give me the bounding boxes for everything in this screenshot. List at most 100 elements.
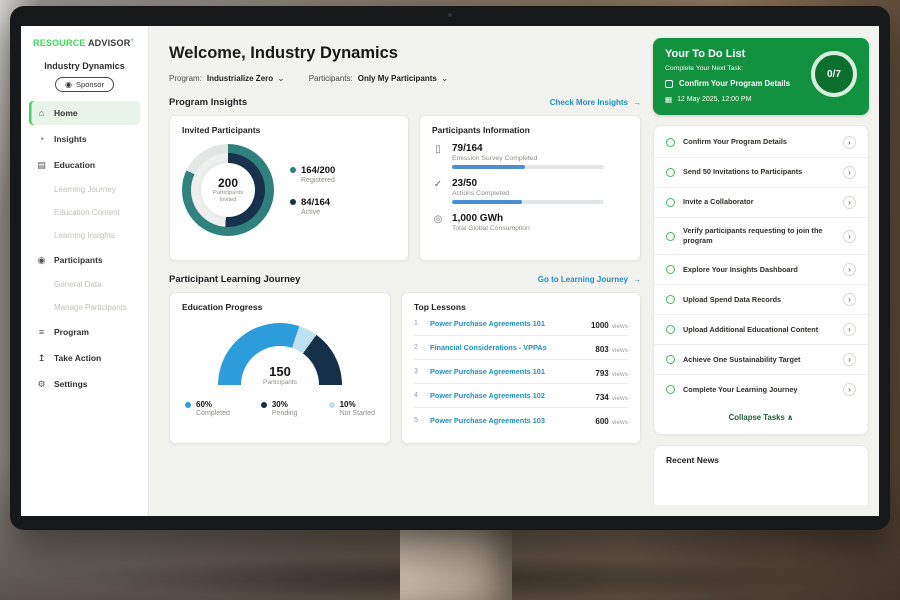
sidebar-item-participants[interactable]: ◉ Participants xyxy=(29,248,140,272)
lesson-views: 600 xyxy=(595,417,608,426)
chevron-right-icon[interactable]: › xyxy=(843,196,856,209)
learning-cards-row: Education Progress 150 Participants xyxy=(169,292,641,444)
sidebar-item-general-data[interactable]: General Data xyxy=(29,274,140,295)
sidebar-item-program[interactable]: ≡ Program xyxy=(29,320,140,344)
chevron-right-icon[interactable]: › xyxy=(843,166,856,179)
chevron-right-icon[interactable]: › xyxy=(843,383,856,396)
donut-center: 200 Participants Invited xyxy=(201,163,255,217)
arrow-right-icon: → xyxy=(633,275,641,284)
task-send-invitations[interactable]: Send 50 Invitations to Participants › xyxy=(654,158,868,188)
lesson-views: 1000 xyxy=(591,321,609,330)
lesson-rank: 1 xyxy=(414,320,422,327)
task-checkbox[interactable] xyxy=(666,232,675,241)
chevron-right-icon[interactable]: › xyxy=(843,263,856,276)
check-more-insights-link[interactable]: Check More Insights → xyxy=(550,98,641,107)
donut-legend: 164/200 Registered 84/164 Active xyxy=(290,165,335,216)
lesson-link[interactable]: Power Purchase Agreements 103 xyxy=(430,416,587,425)
sponsor-badge[interactable]: ◉ Sponsor xyxy=(55,77,114,92)
participants-dropdown[interactable]: Participants: Only My Participants ⌄ xyxy=(309,73,449,84)
todo-summary-card: Your To Do List Complete Your Next Task:… xyxy=(653,38,869,115)
task-checkbox[interactable] xyxy=(666,295,675,304)
program-dropdown[interactable]: Program: Industrialize Zero ⌄ xyxy=(169,73,285,84)
chevron-right-icon[interactable]: › xyxy=(843,353,856,366)
webcam-dot xyxy=(448,13,452,17)
task-checkbox[interactable] xyxy=(666,138,675,147)
sidebar-item-learning-insights[interactable]: Learning Insights xyxy=(29,225,140,246)
stat-value: 1,000 GWh xyxy=(452,213,628,224)
sidebar-item-label: Home xyxy=(54,108,78,118)
education-progress-card: Education Progress 150 Participants xyxy=(169,292,391,444)
sidebar-item-education-content[interactable]: Education Content xyxy=(29,202,140,223)
sidebar-item-home[interactable]: ⌂ Home xyxy=(29,101,140,125)
donut-center-label: Participants Invited xyxy=(207,190,249,204)
invited-donut: 200 Participants Invited xyxy=(182,144,274,236)
legend-not-started: 10% Not Started xyxy=(329,400,375,417)
sidebar-item-insights[interactable]: ◔ Insights xyxy=(29,127,140,151)
lesson-link[interactable]: Power Purchase Agreements 102 xyxy=(430,391,587,400)
task-label: Complete Your Learning Journey xyxy=(683,385,835,395)
task-upload-spend-data[interactable]: Upload Spend Data Records › xyxy=(654,285,868,315)
logo-primary: RESOURCE xyxy=(33,38,86,48)
sidebar-item-label: Learning Insights xyxy=(54,231,115,240)
chevron-right-icon[interactable]: › xyxy=(843,293,856,306)
legend-value: 10% xyxy=(340,400,356,409)
collapse-tasks-link[interactable]: Collapse Tasks ∧ xyxy=(654,404,868,432)
stat-label: Emission Survey Completed xyxy=(452,155,628,162)
task-upload-educational-content[interactable]: Upload Additional Educational Content › xyxy=(654,315,868,345)
monitor-stand xyxy=(400,530,512,600)
task-checkbox[interactable] xyxy=(666,385,675,394)
recent-news-card: Recent News xyxy=(653,445,869,505)
legend-value: 30% xyxy=(272,400,288,409)
active-dot xyxy=(290,199,296,205)
task-checkbox[interactable] xyxy=(666,265,675,274)
lesson-views: 803 xyxy=(595,345,608,354)
sidebar-item-take-action[interactable]: ↥ Take Action xyxy=(29,346,140,370)
task-invite-collaborator[interactable]: Invite a Collaborator › xyxy=(654,188,868,218)
todo-subtitle: Complete Your Next Task: xyxy=(665,65,803,72)
lesson-rank: 5 xyxy=(414,417,422,424)
card-title: Participants Information xyxy=(432,125,628,135)
card-title: Invited Participants xyxy=(182,125,396,135)
chevron-down-icon: ⌄ xyxy=(277,73,285,84)
emission-survey-row: ▯ 79/164 Emission Survey Completed xyxy=(432,143,628,169)
lesson-link[interactable]: Power Purchase Agreements 101 xyxy=(430,319,583,328)
sponsor-icon: ◉ xyxy=(65,80,72,89)
task-checkbox[interactable] xyxy=(666,355,675,364)
next-task-label: Confirm Your Program Details xyxy=(679,79,790,88)
program-insights-header: Program Insights Check More Insights → xyxy=(169,97,641,108)
chevron-right-icon[interactable]: › xyxy=(843,136,856,149)
go-to-learning-journey-link[interactable]: Go to Learning Journey → xyxy=(538,275,641,284)
task-checkbox[interactable] xyxy=(666,168,675,177)
recent-news-title: Recent News xyxy=(666,455,856,465)
chevron-down-icon: ⌄ xyxy=(441,73,449,84)
main-content: Welcome, Industry Dynamics Program: Indu… xyxy=(149,26,649,516)
monitor-bezel: RESOURCE ADVISOR+ Industry Dynamics ◉ Sp… xyxy=(10,6,890,530)
task-checkbox[interactable] xyxy=(666,325,675,334)
next-task-due: ▦ 12 May 2025, 12:00 PM xyxy=(665,95,803,104)
next-task-row[interactable]: Confirm Your Program Details xyxy=(665,79,803,88)
link-label: Check More Insights xyxy=(550,98,628,107)
task-achieve-target[interactable]: Achieve One Sustainability Target › xyxy=(654,345,868,375)
chevron-right-icon[interactable]: › xyxy=(843,230,856,243)
next-task-checkbox[interactable] xyxy=(665,80,673,88)
filters-bar: Program: Industrialize Zero ⌄ Participan… xyxy=(169,73,649,84)
lesson-link[interactable]: Power Purchase Agreements 101 xyxy=(430,367,587,376)
legend-pending: 30% Pending xyxy=(261,400,298,417)
sidebar-item-settings[interactable]: ⚙ Settings xyxy=(29,372,140,396)
task-complete-learning-journey[interactable]: Complete Your Learning Journey › xyxy=(654,375,868,404)
due-date: 12 May 2025, 12:00 PM xyxy=(677,96,751,103)
task-checkbox[interactable] xyxy=(666,198,675,207)
sidebar-item-education[interactable]: ▤ Education xyxy=(29,153,140,177)
task-explore-insights[interactable]: Explore Your Insights Dashboard › xyxy=(654,255,868,285)
lesson-link[interactable]: Financial Considerations - VPPAs xyxy=(430,343,587,352)
sidebar-item-label: Manage Participants xyxy=(54,303,127,312)
chevron-right-icon[interactable]: › xyxy=(843,323,856,336)
sidebar-item-manage-participants[interactable]: Manage Participants xyxy=(29,297,140,318)
sidebar-item-learning-journey[interactable]: Learning Journey xyxy=(29,179,140,200)
section-title: Program Insights xyxy=(169,97,247,108)
task-verify-participants[interactable]: Verify participants requesting to join t… xyxy=(654,218,868,255)
participants-label: Participants: xyxy=(309,74,353,83)
stat-label: Total Global Consumption xyxy=(452,225,628,232)
task-confirm-program[interactable]: Confirm Your Program Details › xyxy=(654,128,868,158)
sidebar-item-label: Settings xyxy=(54,379,88,389)
